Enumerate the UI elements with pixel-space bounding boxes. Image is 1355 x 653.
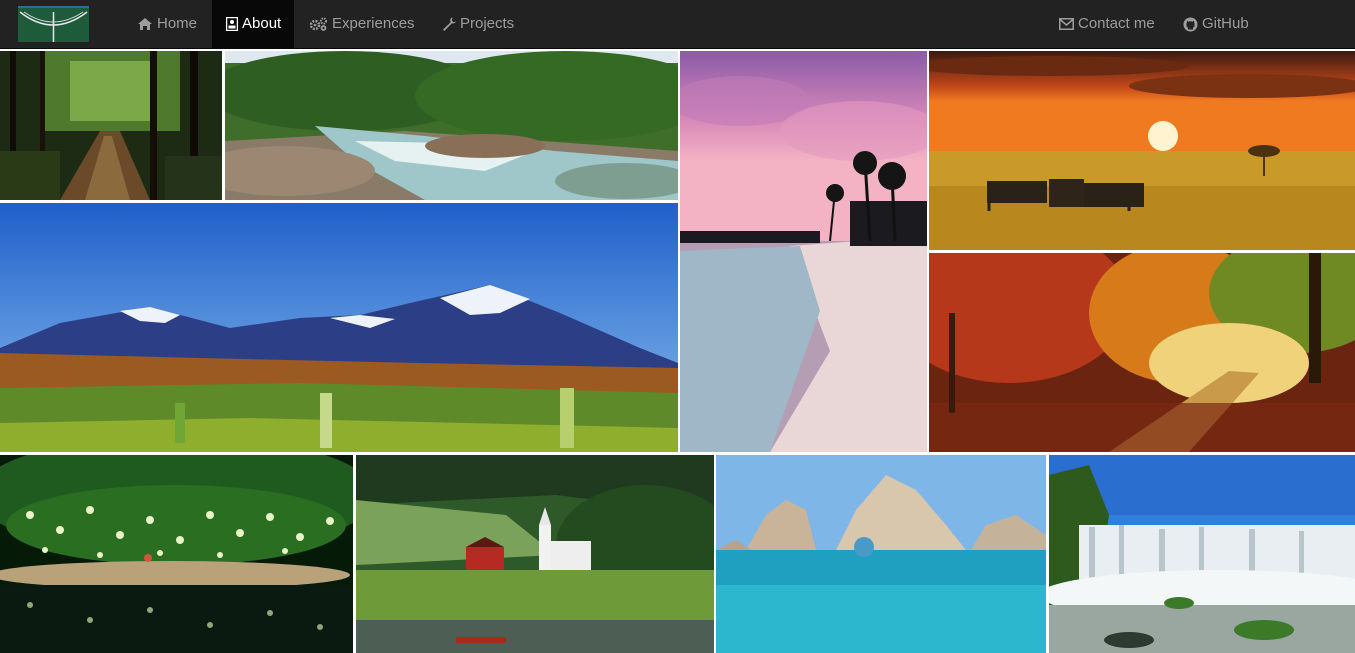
photo-sea-arch[interactable] [716, 455, 1046, 653]
photo-pink-beach[interactable] [680, 51, 927, 452]
nav-projects[interactable]: Projects [431, 0, 525, 48]
nav-github[interactable]: GitHub [1172, 0, 1260, 48]
brand-logo-icon [18, 8, 89, 42]
photo-wisteria-lights[interactable] [0, 455, 353, 653]
id-card-icon [226, 17, 238, 32]
photo-forest-trail[interactable] [0, 51, 222, 200]
nav-experiences[interactable]: Experiences [298, 0, 426, 48]
photo-savanna-sunset[interactable] [929, 51, 1355, 250]
top-navbar: Home About Experiences Projects Contact … [0, 0, 1355, 49]
nav-contact-label: Contact me [1078, 15, 1155, 33]
photo-snowy-mountains[interactable] [0, 203, 678, 452]
github-icon [1183, 17, 1198, 32]
nav-home-label: Home [157, 15, 198, 33]
nav-github-label: GitHub [1202, 15, 1249, 33]
nav-contact[interactable]: Contact me [1048, 0, 1166, 48]
nav-about[interactable]: About [212, 0, 294, 48]
nav-experiences-label: Experiences [332, 15, 415, 33]
photo-waterfall[interactable] [1049, 455, 1355, 653]
brand-logo[interactable] [18, 6, 89, 42]
nav-projects-label: Projects [460, 15, 515, 33]
photo-fjord-village[interactable] [356, 455, 714, 653]
cogs-icon [309, 17, 328, 31]
nav-home[interactable]: Home [126, 0, 208, 48]
photo-rocky-river[interactable] [225, 51, 678, 200]
wrench-icon [442, 17, 456, 32]
photo-autumn-forest[interactable] [929, 253, 1355, 452]
home-icon [137, 17, 153, 31]
envelope-icon [1059, 18, 1074, 31]
nav-about-label: About [242, 15, 282, 33]
